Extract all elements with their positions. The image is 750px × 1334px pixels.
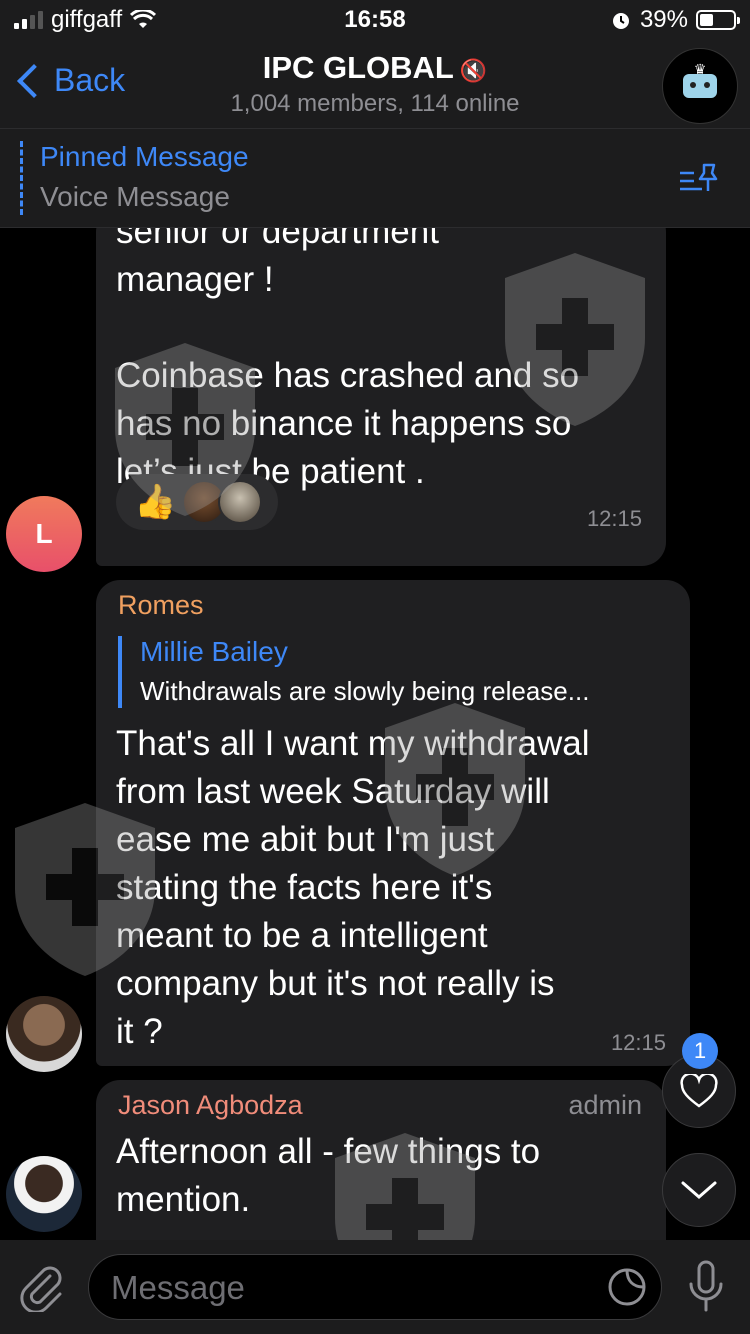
chat-header: Back IPC GLOBAL 🔇 1,004 members, 114 onli…: [0, 40, 750, 128]
chat-subtitle: 1,004 members, 114 online: [230, 90, 520, 117]
status-bar: giffgaff 16:58 39%: [0, 0, 750, 40]
reply-preview[interactable]: Millie Bailey Withdrawals are slowly bei…: [118, 636, 678, 708]
message-bubble[interactable]: Jason Agbodza admin Afternoon all - few …: [96, 1080, 666, 1240]
pinned-list-icon[interactable]: [678, 161, 720, 195]
chat-title-text: IPC GLOBAL: [262, 50, 454, 85]
message-bubble[interactable]: Romes Millie Bailey Withdrawals are slow…: [96, 580, 690, 1066]
chat-title[interactable]: IPC GLOBAL 🔇: [0, 50, 750, 86]
thumbs-up-reaction: 👍: [134, 483, 177, 521]
reply-author: Millie Bailey: [140, 636, 288, 667]
battery-icon: [696, 10, 740, 30]
unread-badge: 1: [682, 1033, 718, 1069]
alarm-icon: [612, 13, 629, 29]
message-input[interactable]: Message: [88, 1254, 662, 1320]
message-text: That's all I want my withdrawal from las…: [116, 724, 590, 1051]
admin-badge: admin: [568, 1090, 642, 1120]
avatar[interactable]: [6, 996, 82, 1072]
pinned-title: Pinned Message: [40, 141, 249, 172]
muted-icon: 🔇: [459, 58, 488, 83]
message-time: 12:15: [586, 506, 642, 531]
group-avatar[interactable]: ♛: [662, 48, 738, 124]
sticker-icon[interactable]: [607, 1267, 647, 1307]
avatar[interactable]: L: [6, 496, 82, 572]
battery-percent: 39%: [639, 6, 688, 33]
message-text: senior or department manager ! Coinbase …: [116, 228, 580, 491]
pinned-indicator: [20, 141, 26, 215]
attachment-icon[interactable]: [20, 1262, 64, 1312]
pinned-text: Voice Message: [40, 181, 230, 212]
sender-name[interactable]: Jason Agbodza: [118, 1090, 303, 1121]
message-placeholder: Message: [111, 1269, 245, 1306]
message-list[interactable]: senior or department manager ! Coinbase …: [0, 228, 750, 1240]
robot-icon: [683, 74, 717, 98]
heart-icon: [680, 1074, 718, 1108]
message-composer: Message: [0, 1240, 750, 1334]
microphone-icon[interactable]: [688, 1260, 724, 1314]
avatar-initial: L: [35, 518, 53, 549]
sender-name[interactable]: Romes: [118, 590, 204, 621]
message-time: 12:15: [610, 1030, 666, 1055]
reactor-avatar: [218, 480, 263, 524]
pinned-message-bar[interactable]: Pinned Message Voice Message: [0, 128, 750, 228]
reactions-bar[interactable]: 👍: [116, 474, 278, 530]
chevron-down-icon: [681, 1181, 717, 1199]
reply-text: Withdrawals are slowly being release...: [140, 676, 590, 706]
avatar[interactable]: [6, 1156, 82, 1232]
message-bubble[interactable]: senior or department manager ! Coinbase …: [96, 228, 666, 566]
scroll-down-button[interactable]: [662, 1153, 736, 1227]
message-text: Afternoon all - few things to mention.: [116, 1132, 541, 1219]
